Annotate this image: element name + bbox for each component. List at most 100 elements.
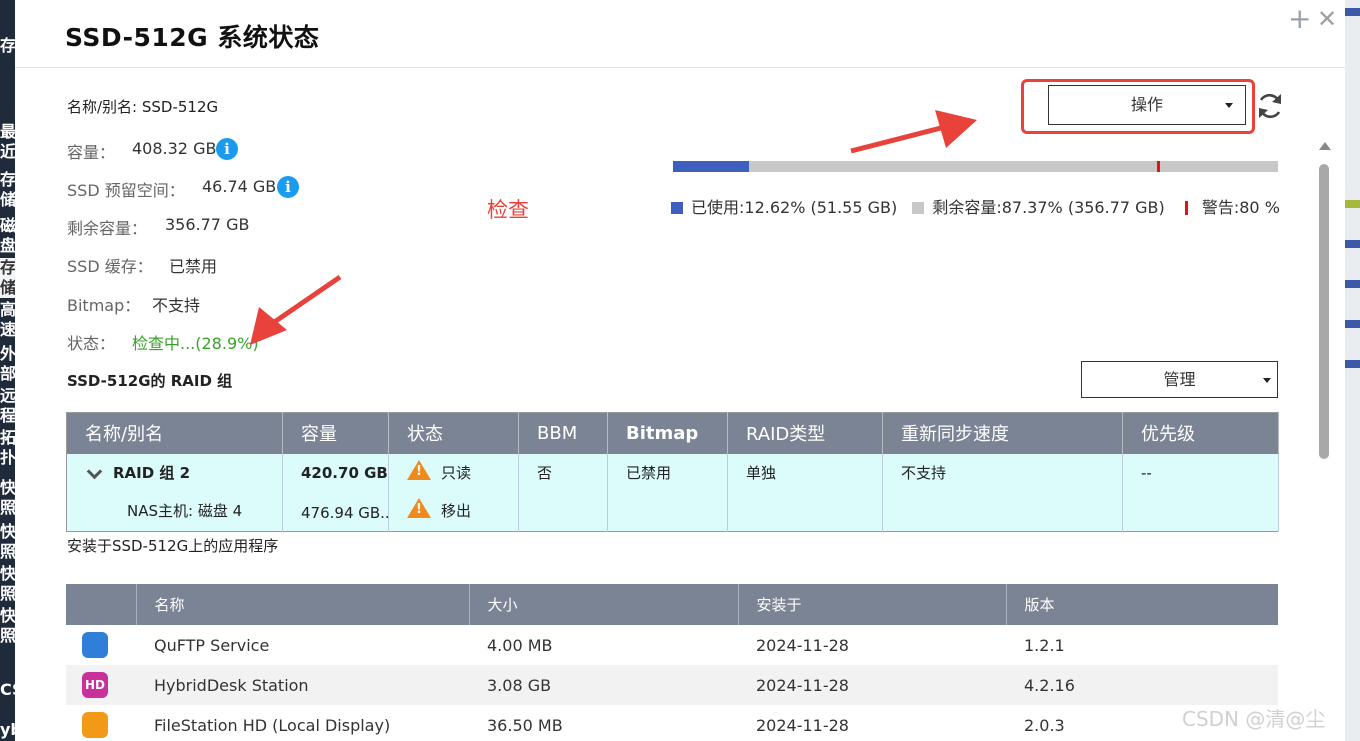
system-status-dialog: SSD-512G 系统状态 + ✕ 名称/别名: SSD-512G 容量： 40… (15, 0, 1345, 741)
bg-mark (1345, 240, 1360, 248)
raid-disk-capacity: 476.94 GB... (301, 503, 388, 522)
watermark: CSDN @清@尘 (1182, 707, 1326, 731)
bg-mark (1345, 280, 1360, 288)
free-legend-swatch (912, 202, 925, 214)
raid-bbm: 否 (537, 463, 553, 482)
scroll-up-arrow[interactable] (1319, 142, 1331, 150)
raid-group-status: ! 只读 (407, 454, 518, 492)
used-legend-text: 已使用:12.62% (51.55 GB) (691, 198, 898, 217)
column-header[interactable]: 容量 (282, 412, 389, 454)
app-size: 4.00 MB (487, 635, 553, 655)
apps-table-header: 名称 大小 安装于 版本 (66, 584, 1278, 625)
raid-bitmap: 已禁用 (626, 463, 672, 482)
app-size: 3.08 GB (469, 665, 738, 705)
app-installed-date: 2024-11-28 (756, 635, 849, 655)
column-header[interactable]: BBM (518, 412, 608, 454)
raid-type: 单独 (746, 463, 777, 482)
column-header[interactable]: 名称/别名 (66, 412, 283, 454)
annotation-arrow-operate (850, 110, 977, 154)
chevron-down-icon[interactable] (86, 463, 103, 479)
app-version: 4.2.16 (1006, 665, 1278, 705)
bg-text: 快照 (0, 522, 15, 561)
column-header[interactable]: 大小 (469, 584, 739, 625)
app-installed-date: 2024-11-28 (756, 715, 849, 735)
raid-disk-name: NAS主机: 磁盘 4 (127, 501, 243, 520)
bg-text: 磁盘 (0, 216, 15, 255)
raid-bbm-cell: 否 (518, 453, 608, 532)
apps-table: 名称 大小 安装于 版本 QuFTP Service 4.00 MB 2024-… (66, 584, 1278, 741)
raid-table-header: 名称/别名 容量 状态 BBM Bitmap RAID类型 重新同步速度 优先级 (66, 412, 1279, 454)
quftp-icon (82, 632, 108, 658)
bg-text: 快照 (0, 478, 15, 517)
raid-disk-status-text: 移出 (441, 501, 472, 520)
warning-legend-marker (1184, 201, 1188, 215)
column-header[interactable]: RAID类型 (727, 412, 883, 454)
bg-text: yb (0, 720, 15, 739)
operate-dropdown-label: 操作 (1130, 95, 1163, 114)
annotation-arrow-status (250, 274, 342, 345)
warning-legend-text: 警告:80 % (1201, 198, 1280, 217)
raid-group-status-text: 只读 (441, 463, 472, 482)
raid-type-cell: 单独 (727, 453, 883, 532)
raid-group-name: RAID 组 2 (113, 463, 191, 482)
column-header[interactable]: 优先级 (1122, 412, 1279, 454)
chevron-down-icon (1225, 103, 1233, 108)
operate-dropdown[interactable]: 操作 (1048, 85, 1246, 125)
bg-text: 高速 (0, 300, 15, 339)
table-row[interactable]: HD HybridDesk Station 3.08 GB 2024-11-28… (66, 665, 1278, 705)
capacity-usage-bar (673, 161, 1278, 172)
bg-text: 存储 (0, 258, 15, 298)
bg-text: 存 (0, 36, 15, 55)
usage-bar-warning-marker (1157, 161, 1160, 172)
usage-legend: 已使用:12.62% (51.55 GB) 剩余容量:87.37% (356.7… (671, 194, 1280, 218)
raid-status-cell: ! 只读 ! 移出 (388, 453, 519, 532)
chevron-down-icon (1263, 377, 1271, 383)
column-header[interactable]: 状态 (388, 412, 519, 454)
column-header[interactable]: 安装于 (738, 584, 1007, 625)
column-header[interactable]: 版本 (1006, 584, 1278, 625)
app-version: 1.2.1 (1024, 635, 1065, 655)
raid-group-capacity: 420.70 GB... (301, 463, 388, 482)
app-icon-cell (66, 705, 136, 741)
raid-capacity-cell: 420.70 GB... 476.94 GB... (282, 453, 389, 532)
scroll-thumb[interactable] (1319, 164, 1329, 459)
free-legend-text: 剩余容量:87.37% (356.77 GB) (932, 198, 1165, 217)
manage-dropdown[interactable]: 管理 (1081, 361, 1278, 398)
background-app-sidebar: 存 最近 存储 磁盘 存储 高速 外部 远程 拓扑 快照 快照 快照 快照 CS… (0, 0, 15, 741)
app-size: 36.50 MB (487, 715, 563, 735)
column-header[interactable]: Bitmap (607, 412, 728, 454)
bg-mark (1345, 360, 1360, 368)
table-row[interactable]: FileStation HD (Local Display) 36.50 MB … (66, 705, 1278, 741)
column-header (66, 584, 137, 625)
bg-text: 远程 (0, 386, 15, 425)
raid-group-line[interactable]: RAID 组 2 (77, 454, 282, 492)
refresh-icon[interactable] (1254, 90, 1286, 122)
apps-section-title: 安装于SSD-512G上的应用程序 (67, 537, 279, 555)
column-header[interactable]: 名称 (136, 584, 470, 625)
raid-disk-status: ! 移出 (407, 492, 518, 530)
app-name: HybridDesk Station (136, 665, 469, 705)
dialog-scrollbar[interactable] (1318, 142, 1331, 741)
bg-text: 最近 (0, 122, 15, 161)
warning-icon: ! (407, 497, 431, 518)
usage-bar-used-fill (673, 161, 750, 172)
bg-text: 拓扑 (0, 428, 15, 467)
used-legend-swatch (671, 202, 683, 214)
raid-bitmap-cell: 已禁用 (607, 453, 728, 532)
app-name: QuFTP Service (154, 635, 270, 655)
app-installed-date: 2024-11-28 (738, 665, 1006, 705)
app-icon-cell (66, 625, 136, 665)
manage-dropdown-label: 管理 (1163, 370, 1196, 389)
table-row[interactable]: RAID 组 2 NAS主机: 磁盘 4 420.70 GB... 476.94… (66, 453, 1279, 532)
raid-resync-speed: 不支持 (901, 463, 947, 482)
raid-priority: -- (1141, 463, 1152, 482)
bg-text: 快照 (0, 564, 15, 603)
hybriddesk-icon: HD (82, 672, 108, 698)
app-icon-cell: HD (66, 665, 136, 705)
bg-mark (1345, 200, 1360, 208)
bg-text: 快照 (0, 606, 15, 645)
column-header[interactable]: 重新同步速度 (882, 412, 1123, 454)
folder-icon (82, 712, 108, 738)
table-row[interactable]: QuFTP Service 4.00 MB 2024-11-28 1.2.1 (66, 625, 1278, 665)
bg-text: 存储 (0, 170, 15, 209)
